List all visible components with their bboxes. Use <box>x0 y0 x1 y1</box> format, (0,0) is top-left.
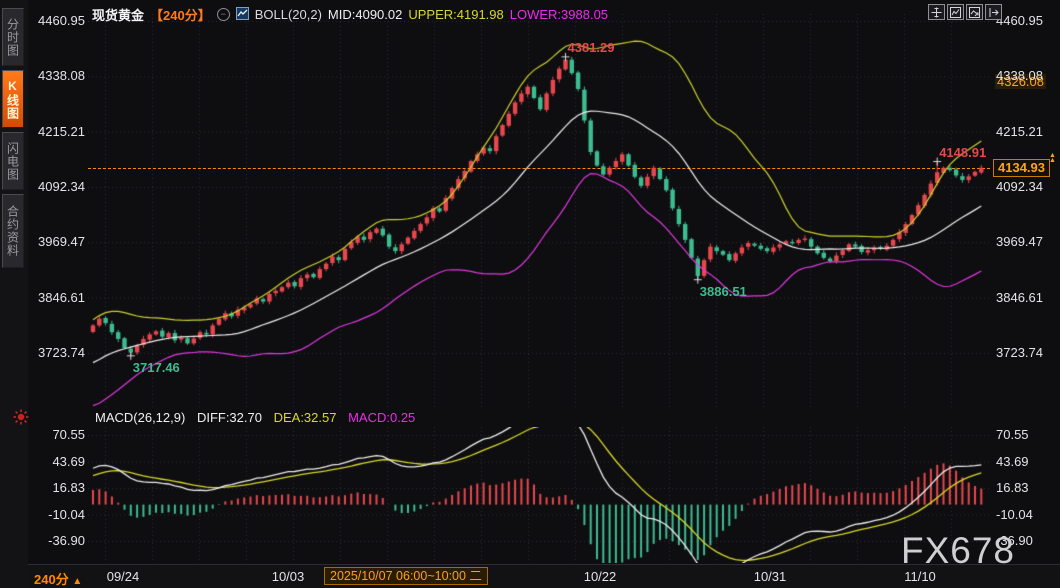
price-axis-label: 3723.74 <box>28 345 85 360</box>
symbol-name: 现货黄金 <box>92 5 144 24</box>
bottom-axis-bar: 240分 ▲ 2025/10/07 06:00~10:00 二 09/24 10/… <box>28 564 1060 588</box>
period-dropdown[interactable]: 240分 ▲ <box>34 569 82 588</box>
price-axis-label: 4215.21 <box>28 124 85 139</box>
price-axis-label: 4092.34 <box>996 179 1058 194</box>
sidebar-item-0[interactable]: 分时图 <box>2 8 24 66</box>
zoom-chart-icon[interactable] <box>966 4 983 20</box>
crosshair-date-box: 2025/10/07 06:00~10:00 二 <box>324 567 488 585</box>
boll-label: BOLL(20,2) <box>255 7 322 22</box>
go-latest-icon[interactable] <box>985 4 1002 20</box>
macd-diff-value: DIFF:32.70 <box>197 410 262 425</box>
x-axis-date: 10/31 <box>754 569 787 584</box>
price-axis-label: 3846.61 <box>996 290 1058 305</box>
macd-axis-label: 16.83 <box>996 480 1058 495</box>
price-axis-label: 3723.74 <box>996 345 1058 360</box>
current-price-box: 4134.93 <box>993 159 1050 177</box>
boll-lower-value: LOWER:3988.05 <box>510 7 608 22</box>
chart-header: 现货黄金 【240分】 − BOLL(20,2) MID:4090.02 UPP… <box>92 5 608 24</box>
price-annotation: 3717.46 <box>133 360 180 375</box>
price-axis-label: 4215.21 <box>996 124 1058 139</box>
price-axis-label: 4338.08 <box>996 68 1058 83</box>
price-scale-arrows-icon: ▲▲ <box>1049 153 1056 163</box>
sidebar-item-3[interactable]: 合约资料 <box>2 194 24 268</box>
price-annotation: 4148.91 <box>939 145 986 160</box>
price-axis-label: 4338.08 <box>28 68 85 83</box>
period-label: 【240分】 <box>150 5 211 24</box>
price-axis-label: 3969.47 <box>996 234 1058 249</box>
price-axis-label: 4460.95 <box>28 13 85 28</box>
sidebar: 分时图 K线图闪电图合约资料 <box>0 0 28 588</box>
period-dropdown-label: 240分 <box>34 572 69 587</box>
macd-name: MACD(26,12,9) <box>95 410 185 425</box>
trading-app: 分时图 K线图闪电图合约资料 现货黄金 【240分】 − BOLL(20,2) M… <box>0 0 1060 588</box>
price-axis-label: 3969.47 <box>28 234 85 249</box>
macd-axis-label: 70.55 <box>996 427 1058 442</box>
macd-chart-canvas[interactable] <box>88 427 992 563</box>
boll-upper-value: UPPER:4191.98 <box>408 7 503 22</box>
chart-toolbar <box>928 4 1002 20</box>
price-annotation: 3886.51 <box>700 284 747 299</box>
macd-axis-label: 43.69 <box>28 454 85 469</box>
price-axis-label: 4092.34 <box>28 179 85 194</box>
x-axis-date: 09/24 <box>107 569 140 584</box>
macd-dea-value: DEA:32.57 <box>274 410 337 425</box>
macd-axis-label: 43.69 <box>996 454 1058 469</box>
main-chart-canvas[interactable] <box>88 14 992 410</box>
macd-header: MACD(26,12,9) DIFF:32.70 DEA:32.57 MACD:… <box>95 410 415 425</box>
macd-macd-value: MACD:0.25 <box>348 410 415 425</box>
x-axis-date: 10/22 <box>584 569 617 584</box>
indicator-chart-icon <box>236 7 249 23</box>
chevron-up-icon: ▲ <box>72 576 82 587</box>
record-dot-icon <box>12 408 30 431</box>
macd-axis-label: 16.83 <box>28 480 85 495</box>
boll-mid-value: MID:4090.02 <box>328 7 402 22</box>
x-axis-date: 10/03 <box>272 569 305 584</box>
macd-axis-label: 70.55 <box>28 427 85 442</box>
price-annotation: 4381.29 <box>568 40 615 55</box>
sidebar-item-2[interactable]: 闪电图 <box>2 132 24 190</box>
macd-axis-label: -10.04 <box>28 507 85 522</box>
x-axis-date: 11/10 <box>904 569 936 584</box>
price-axis-label: 4460.95 <box>996 13 1058 28</box>
restore-scale-icon[interactable] <box>947 4 964 20</box>
collapse-icon[interactable]: − <box>217 8 230 21</box>
macd-axis-label: -36.90 <box>28 533 85 548</box>
price-axis-label: 3846.61 <box>28 290 85 305</box>
sidebar-item-1[interactable]: K线图 <box>2 70 24 128</box>
macd-axis-label: -10.04 <box>996 507 1058 522</box>
crosshair-move-icon[interactable] <box>928 4 945 20</box>
